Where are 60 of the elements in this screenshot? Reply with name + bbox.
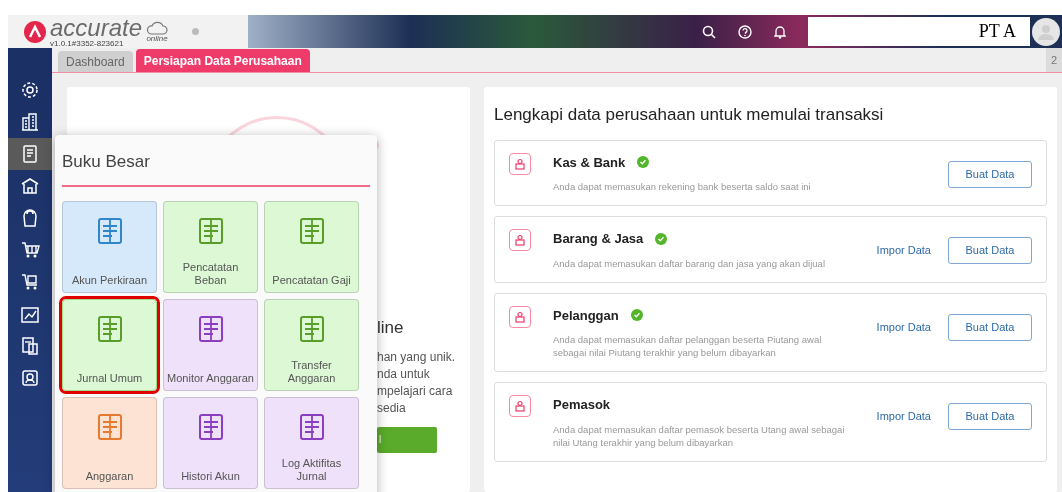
building-icon xyxy=(20,112,40,132)
version-text: v1.0.1#3352-823621 xyxy=(50,39,125,48)
tab[interactable]: Persiapan Data Perusahaan xyxy=(135,49,310,72)
create-data-button[interactable]: Buat Data xyxy=(948,313,1032,341)
import-link[interactable]: Impor Data xyxy=(876,408,931,425)
avatar-icon[interactable] xyxy=(1032,17,1060,46)
welcome-text-line: mpelajari cara xyxy=(377,382,454,400)
create-data-button[interactable]: Buat Data xyxy=(948,237,1032,264)
import-link[interactable]: Impor Data xyxy=(876,242,931,259)
menu-tile[interactable]: Monitor Anggaran xyxy=(163,298,258,391)
cart-icon xyxy=(20,240,40,260)
ledger-icon xyxy=(20,144,40,164)
menu-tile[interactable]: Log Aktifitas Jurnal xyxy=(264,396,359,489)
logo-mark-icon xyxy=(24,20,46,43)
section-icon xyxy=(509,229,531,251)
section-title: Pemasok xyxy=(553,396,611,414)
chart-icon xyxy=(20,304,40,324)
section-description: Anda dapat memasukan rekening bank beserta saldo saat ini xyxy=(553,180,812,193)
welcome-text-line: sedia xyxy=(377,399,407,417)
tab[interactable]: Dashboard xyxy=(58,51,133,72)
menu-tile[interactable]: Akun Perkiraan xyxy=(62,200,157,293)
import-link[interactable]: Impor Data xyxy=(876,318,931,336)
section-description: Anda dapat memasukan daftar pelanggan beserta Piutang awal sebagai nilai Piutang terakhir yang belum dibayarkan xyxy=(553,333,823,359)
section-icon xyxy=(509,305,531,328)
trolley-icon xyxy=(20,272,40,292)
user-card-icon xyxy=(20,368,40,388)
documents-icon xyxy=(20,336,40,356)
cloud-label: online xyxy=(146,34,168,43)
bank-icon xyxy=(20,176,40,196)
settings-icon xyxy=(20,80,40,100)
welcome-text-line: nda untuk xyxy=(377,365,431,383)
menu-tile[interactable]: Pencatatan Gaji xyxy=(264,200,359,293)
tab-counter: 2 xyxy=(1046,48,1062,72)
cloud-icon xyxy=(146,20,169,35)
create-data-button[interactable]: Buat Data xyxy=(948,403,1032,430)
bell-icon[interactable] xyxy=(774,24,786,39)
section-title: Kas & Bank xyxy=(553,153,626,172)
menu-tile[interactable]: Histori Akun xyxy=(163,396,258,489)
sidebar-item[interactable] xyxy=(8,138,52,170)
welcome-text-line: han yang unik. xyxy=(377,348,456,366)
menu-title: Buku Besar xyxy=(62,149,370,187)
create-data-button[interactable]: Buat Data xyxy=(948,160,1032,188)
section-title: Barang & Jasa xyxy=(553,230,644,248)
search-icon[interactable] xyxy=(702,24,716,39)
bag-icon xyxy=(20,208,40,228)
company-name: PT A xyxy=(978,20,1016,43)
menu-tile[interactable]: Anggaran xyxy=(62,396,157,489)
section-icon xyxy=(509,395,531,417)
section-description: Anda dapat memasukan daftar pemasok beserta Utang awal sebagai nilai Utang terakhir yang belum dibayarkan xyxy=(553,422,846,449)
section-title: Pelanggan xyxy=(553,306,619,325)
setup-title: Lengkapi data perusahaan untuk memulai transaksi xyxy=(494,104,885,126)
welcome-title: line xyxy=(377,317,405,339)
logo-text: accurate xyxy=(50,15,143,40)
section-description: Anda dapat memasukan daftar barang dan jasa yang akan dijual xyxy=(553,256,826,270)
menu-tile[interactable]: Pencatatan Beban xyxy=(163,200,258,293)
section-icon xyxy=(509,152,531,175)
start-button[interactable]: l xyxy=(377,426,437,453)
help-icon[interactable] xyxy=(738,24,752,39)
menu-tile[interactable]: Jurnal Umum xyxy=(62,298,157,391)
menu-tile[interactable]: Transfer Anggaran xyxy=(264,298,359,391)
